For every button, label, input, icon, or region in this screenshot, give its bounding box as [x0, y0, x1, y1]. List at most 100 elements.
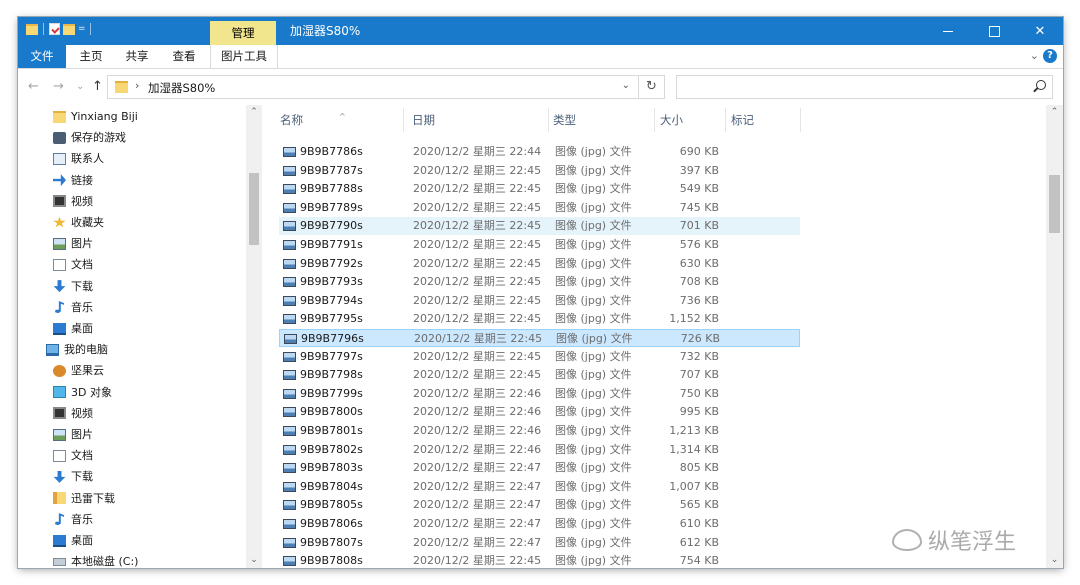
table-row[interactable]: 9B9B7803s 2020/12/2 星期三 22:47 图像 (jpg) 文件 8…	[279, 459, 800, 477]
table-row[interactable]: 9B9B7789s 2020/12/2 星期三 22:45 图像 (jpg) 文件 7…	[279, 199, 800, 217]
breadcrumb[interactable]: 加湿器S80%	[148, 80, 215, 96]
jpg-file-icon	[283, 295, 296, 306]
tab-manage[interactable]: 管理	[210, 21, 276, 45]
close-button[interactable]: ✕	[1017, 17, 1063, 45]
nav-item[interactable]: 下载	[53, 276, 93, 297]
table-row[interactable]: 9B9B7804s 2020/12/2 星期三 22:47 图像 (jpg) 文件 1…	[279, 478, 800, 496]
nav-item[interactable]: 迅雷下载	[53, 488, 115, 509]
nav-item[interactable]: 下载	[53, 466, 93, 487]
table-row[interactable]: 9B9B7791s 2020/12/2 星期三 22:45 图像 (jpg) 文件 5…	[279, 236, 800, 254]
nav-item[interactable]: 保存的游戏	[53, 127, 126, 148]
table-row[interactable]: 9B9B7790s 2020/12/2 星期三 22:45 图像 (jpg) 文件 7…	[279, 217, 800, 236]
column-divider[interactable]	[548, 108, 549, 132]
scroll-down-icon[interactable]: ⌄	[1046, 555, 1063, 565]
column-header-tags[interactable]: 标记	[731, 108, 754, 132]
recent-locations-button[interactable]: ⌄	[76, 81, 84, 92]
chevron-down-icon[interactable]: ⌄	[622, 80, 630, 91]
file-list-scrollbar[interactable]: ⌃ ⌄	[1046, 105, 1063, 568]
scroll-up-icon[interactable]: ⌃	[246, 107, 262, 117]
nav-item[interactable]: 文档	[53, 445, 93, 466]
refresh-button[interactable]: ↻	[639, 75, 665, 99]
search-input[interactable]	[676, 75, 1053, 99]
minimize-button[interactable]	[925, 17, 971, 45]
back-button[interactable]: ←	[28, 79, 39, 94]
tab-picture-tools[interactable]: 图片工具	[210, 45, 278, 68]
tab-home[interactable]: 主页	[70, 45, 112, 68]
music-icon	[54, 301, 65, 314]
nav-item[interactable]: 桌面	[53, 318, 93, 339]
file-date: 2020/12/2 星期三 22:47	[413, 498, 542, 512]
column-header-date[interactable]: 日期	[412, 108, 435, 132]
customize-toolbar-icon[interactable]: =	[78, 24, 86, 33]
jpg-file-icon	[283, 444, 296, 455]
address-row: ← → ⌄ ↑ › 加湿器S80% ⌄ ↻	[18, 69, 1063, 105]
chevron-right-icon[interactable]: ›	[135, 79, 139, 92]
nav-item[interactable]: 文档	[53, 254, 93, 275]
nav-item[interactable]: 3D 对象	[53, 382, 112, 403]
table-row[interactable]: 9B9B7787s 2020/12/2 星期三 22:45 图像 (jpg) 文件 3…	[279, 162, 800, 180]
nav-item[interactable]: 桌面	[53, 530, 93, 551]
table-row[interactable]: 9B9B7797s 2020/12/2 星期三 22:45 图像 (jpg) 文件 7…	[279, 348, 800, 366]
table-row-partial[interactable]	[279, 134, 800, 142]
forward-button[interactable]: →	[53, 79, 64, 94]
file-name: 9B9B7792s	[300, 256, 363, 270]
up-button[interactable]: ↑	[92, 79, 103, 94]
nav-item[interactable]: 视频	[53, 191, 93, 212]
table-row[interactable]: 9B9B7792s 2020/12/2 星期三 22:45 图像 (jpg) 文件 6…	[279, 255, 800, 273]
nav-item[interactable]: 收藏夹	[53, 212, 104, 233]
nav-item[interactable]: 图片	[53, 233, 93, 254]
table-row[interactable]: 9B9B7786s 2020/12/2 星期三 22:44 图像 (jpg) 文件 6…	[279, 143, 800, 161]
table-row[interactable]: 9B9B7795s 2020/12/2 星期三 22:45 图像 (jpg) 文件 1…	[279, 310, 800, 328]
nav-item[interactable]: 坚果云	[53, 360, 104, 381]
table-row[interactable]: 9B9B7794s 2020/12/2 星期三 22:45 图像 (jpg) 文件 7…	[279, 292, 800, 310]
file-size: 707 KB	[679, 368, 719, 382]
table-row[interactable]: 9B9B7796s 2020/12/2 星期三 22:45 图像 (jpg) 文件 7…	[279, 329, 800, 347]
table-row[interactable]: 9B9B7805s 2020/12/2 星期三 22:47 图像 (jpg) 文件 5…	[279, 496, 800, 514]
scroll-thumb[interactable]	[1049, 175, 1060, 233]
expand-ribbon-icon[interactable]: ⌄	[1030, 49, 1039, 62]
download-icon	[53, 470, 66, 483]
address-bar[interactable]: › 加湿器S80% ⌄	[107, 75, 639, 99]
table-row[interactable]: 9B9B7800s 2020/12/2 星期三 22:46 图像 (jpg) 文件 9…	[279, 403, 800, 421]
table-row[interactable]: 9B9B7806s 2020/12/2 星期三 22:47 图像 (jpg) 文件 6…	[279, 515, 800, 533]
table-row[interactable]: 9B9B7808s 2020/12/2 星期三 22:45 图像 (jpg) 文件 7…	[279, 552, 800, 568]
maximize-button[interactable]	[971, 17, 1017, 45]
tab-view[interactable]: 查看	[162, 45, 206, 68]
nav-item[interactable]: 联系人	[53, 148, 104, 169]
help-icon[interactable]: ?	[1043, 49, 1057, 63]
nav-item[interactable]: 图片	[53, 424, 93, 445]
nav-item[interactable]: 我的电脑	[46, 339, 108, 360]
scroll-thumb[interactable]	[249, 173, 259, 245]
table-row[interactable]: 9B9B7793s 2020/12/2 星期三 22:45 图像 (jpg) 文件 7…	[279, 273, 800, 291]
table-row[interactable]: 9B9B7801s 2020/12/2 星期三 22:46 图像 (jpg) 文件 1…	[279, 422, 800, 440]
column-header-type[interactable]: 类型	[553, 108, 576, 132]
tab-share[interactable]: 共享	[116, 45, 158, 68]
tab-file[interactable]: 文件	[18, 45, 66, 68]
column-divider[interactable]	[403, 108, 404, 132]
file-date: 2020/12/2 星期三 22:45	[413, 293, 542, 307]
column-divider[interactable]	[800, 108, 801, 132]
table-row[interactable]: 9B9B7807s 2020/12/2 星期三 22:47 图像 (jpg) 文件 6…	[279, 534, 800, 552]
new-folder-icon[interactable]	[63, 23, 75, 35]
column-divider[interactable]	[654, 108, 655, 132]
table-row[interactable]: 9B9B7799s 2020/12/2 星期三 22:46 图像 (jpg) 文件 7…	[279, 385, 800, 403]
scroll-up-icon[interactable]: ⌃	[1046, 107, 1063, 117]
table-row[interactable]: 9B9B7788s 2020/12/2 星期三 22:45 图像 (jpg) 文件 5…	[279, 180, 800, 198]
ribbon-tabs: 文件 主页 共享 查看 图片工具 ⌄ ?	[18, 45, 1063, 69]
table-row[interactable]: 9B9B7802s 2020/12/2 星期三 22:46 图像 (jpg) 文件 1…	[279, 441, 800, 459]
column-header-size[interactable]: 大小	[660, 108, 683, 132]
nav-item[interactable]: 链接	[53, 170, 93, 191]
nav-item[interactable]: 视频	[53, 403, 93, 424]
nav-item[interactable]: 音乐	[53, 509, 93, 530]
file-name: 9B9B7802s	[300, 442, 363, 456]
column-divider[interactable]	[725, 108, 726, 132]
column-header-name[interactable]: 名称	[280, 108, 303, 132]
nav-scrollbar[interactable]: ⌃ ⌄	[246, 105, 262, 568]
nav-item[interactable]: 音乐	[53, 297, 93, 318]
properties-icon[interactable]	[49, 23, 60, 35]
scroll-down-icon[interactable]: ⌄	[246, 555, 262, 565]
nav-item[interactable]: Yinxiang Biji	[53, 106, 138, 127]
table-row[interactable]: 9B9B7798s 2020/12/2 星期三 22:45 图像 (jpg) 文件 7…	[279, 366, 800, 384]
nav-item[interactable]: 本地磁盘 (C:)	[53, 551, 138, 568]
nav-item-label: 迅雷下载	[71, 491, 115, 505]
